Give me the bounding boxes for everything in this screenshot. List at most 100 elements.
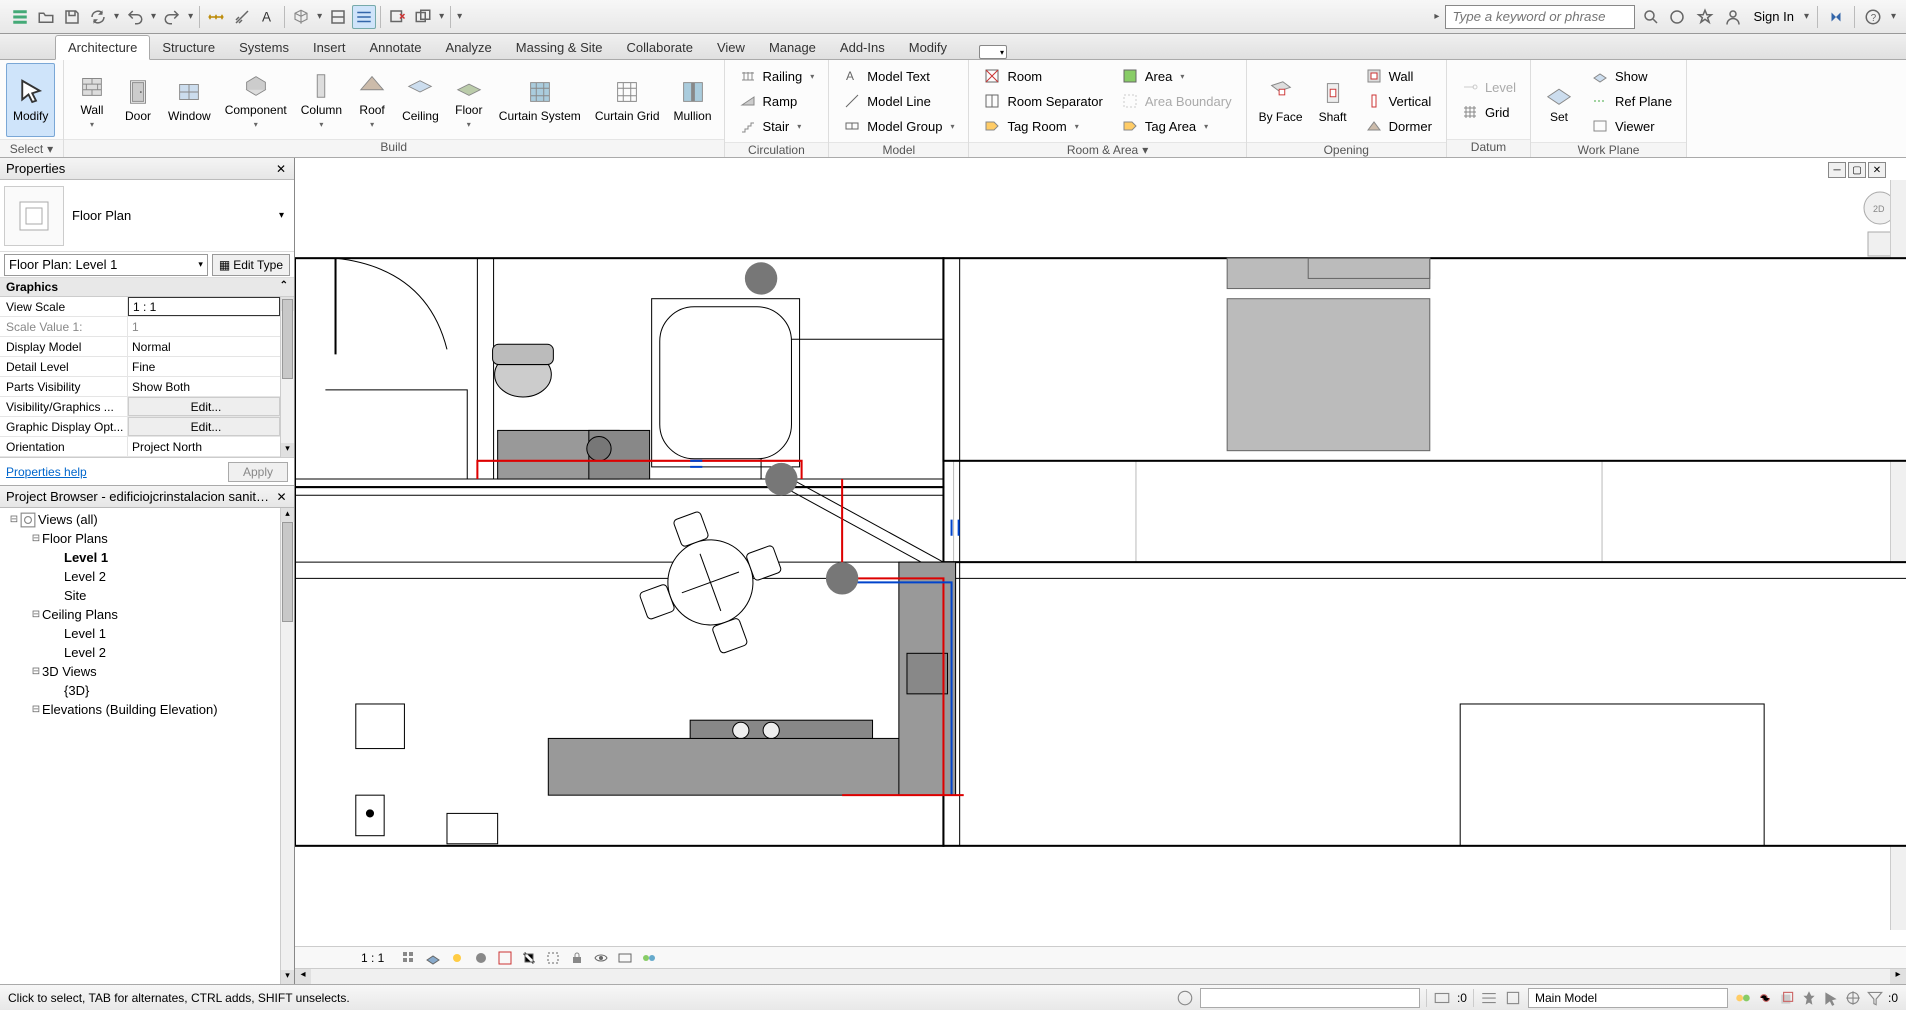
properties-scrollbar[interactable]: ▴▾ — [280, 297, 294, 457]
3d-dropdown[interactable]: ▾ — [315, 11, 324, 22]
window-button[interactable]: Window — [162, 63, 217, 137]
tag-area-button[interactable]: Tag Area▾ — [1115, 114, 1238, 138]
room-area-group-label[interactable]: Room & Area▾ — [969, 142, 1245, 157]
align-icon[interactable] — [230, 5, 254, 29]
railing-button[interactable]: Railing▾ — [733, 64, 821, 88]
prop-row[interactable]: Visibility/Graphics ...Edit... — [0, 397, 280, 417]
ribbon-minimize-toggle[interactable] — [979, 45, 1007, 59]
room-button[interactable]: Room — [977, 64, 1108, 88]
prop-row[interactable]: Detail LevelFine — [0, 357, 280, 377]
model-line-button[interactable]: Model Line — [837, 89, 960, 113]
select-face-icon[interactable] — [1822, 989, 1840, 1007]
viewer-button[interactable]: Viewer — [1585, 114, 1678, 138]
tab-structure[interactable]: Structure — [150, 36, 227, 59]
search-history[interactable]: ▸ — [1432, 11, 1441, 22]
tree-item[interactable]: ⊟Elevations (Building Elevation) — [0, 700, 280, 719]
tab-systems[interactable]: Systems — [227, 36, 301, 59]
modify-button[interactable]: Modify — [6, 63, 55, 137]
curtain-system-button[interactable]: Curtain System — [493, 63, 587, 137]
status-icon-3[interactable] — [1480, 989, 1498, 1007]
browser-close-icon[interactable]: ✕ — [275, 490, 288, 504]
curtain-grid-button[interactable]: Curtain Grid — [589, 63, 666, 137]
rendering-icon[interactable] — [496, 949, 514, 967]
area-button[interactable]: Area▾ — [1115, 64, 1238, 88]
crop-icon[interactable] — [520, 949, 538, 967]
tree-item[interactable]: Site — [0, 586, 280, 605]
open-icon[interactable] — [34, 5, 58, 29]
default-3d-icon[interactable] — [289, 5, 313, 29]
visual-style-icon[interactable] — [424, 949, 442, 967]
area-boundary-button[interactable]: Area Boundary — [1115, 89, 1238, 113]
search-input[interactable] — [1445, 5, 1635, 29]
user-icon[interactable] — [1721, 5, 1745, 29]
tab-annotate[interactable]: Annotate — [357, 36, 433, 59]
reveal-hidden-icon[interactable] — [616, 949, 634, 967]
worksharing-display-icon[interactable] — [640, 949, 658, 967]
drawing-canvas[interactable]: ─ ▢ ✕ 2D — [295, 158, 1906, 946]
opening-vertical-button[interactable]: Vertical — [1359, 89, 1438, 113]
select-underlay-icon[interactable] — [1778, 989, 1796, 1007]
tag-room-button[interactable]: Tag Room▾ — [977, 114, 1108, 138]
opening-dormer-button[interactable]: Dormer — [1359, 114, 1438, 138]
drag-icon[interactable] — [1844, 989, 1862, 1007]
workset-combo-main[interactable]: Main Model — [1528, 988, 1728, 1008]
sync-dropdown[interactable]: ▾ — [112, 11, 121, 22]
tab-view[interactable]: View — [705, 36, 757, 59]
set-workplane-button[interactable]: Set — [1537, 64, 1581, 138]
shaft-button[interactable]: Shaft — [1311, 64, 1355, 138]
measure-icon[interactable] — [204, 5, 228, 29]
subscription-icon[interactable] — [1665, 5, 1689, 29]
tab-analyze[interactable]: Analyze — [434, 36, 504, 59]
redo-dropdown[interactable]: ▾ — [186, 11, 195, 22]
text-icon[interactable]: A — [256, 5, 280, 29]
crop-region-icon[interactable] — [544, 949, 562, 967]
stair-button[interactable]: Stair▾ — [733, 114, 821, 138]
undo-dropdown[interactable]: ▾ — [149, 11, 158, 22]
properties-help-link[interactable]: Properties help — [6, 465, 87, 479]
prop-section-graphics[interactable]: Graphics⌃ — [0, 278, 294, 297]
undo-icon[interactable] — [123, 5, 147, 29]
browser-scrollbar[interactable]: ▴▾ — [280, 508, 294, 984]
view-scale[interactable]: 1 : 1 — [301, 951, 394, 965]
temp-hide-icon[interactable] — [592, 949, 610, 967]
floor-button[interactable]: Floor▾ — [447, 63, 491, 137]
by-face-button[interactable]: By Face — [1253, 64, 1309, 138]
app-menu-icon[interactable] — [8, 5, 32, 29]
tab-manage[interactable]: Manage — [757, 36, 828, 59]
select-group-label[interactable]: Select▾ — [0, 139, 63, 157]
ref-plane-button[interactable]: Ref Plane — [1585, 89, 1678, 113]
opening-wall-button[interactable]: Wall — [1359, 64, 1438, 88]
type-dropdown-icon[interactable]: ▾ — [279, 210, 290, 221]
component-button[interactable]: Component▾ — [219, 63, 293, 137]
prop-row[interactable]: OrientationProject North — [0, 437, 280, 457]
help-icon[interactable]: ? — [1861, 5, 1885, 29]
sun-path-icon[interactable] — [448, 949, 466, 967]
sync-icon[interactable] — [86, 5, 110, 29]
edit-type-button[interactable]: ▦Edit Type — [212, 254, 290, 276]
favorites-icon[interactable] — [1693, 5, 1717, 29]
exchange-icon[interactable] — [1824, 5, 1848, 29]
tab-modify[interactable]: Modify — [897, 36, 959, 59]
prop-row[interactable]: Parts VisibilityShow Both — [0, 377, 280, 397]
shadows-icon[interactable] — [472, 949, 490, 967]
prop-row[interactable]: Display ModelNormal — [0, 337, 280, 357]
tree-item[interactable]: {3D} — [0, 681, 280, 700]
prop-row[interactable]: Graphic Display Opt...Edit... — [0, 417, 280, 437]
tree-item[interactable]: Level 2 — [0, 567, 280, 586]
tree-item[interactable]: ⊟3D Views — [0, 662, 280, 681]
properties-close-icon[interactable]: ✕ — [274, 162, 288, 176]
close-hidden-icon[interactable] — [385, 5, 409, 29]
status-icon-2[interactable] — [1433, 989, 1451, 1007]
tab-insert[interactable]: Insert — [301, 36, 358, 59]
status-icon-1[interactable] — [1176, 989, 1194, 1007]
help-dropdown[interactable]: ▾ — [1889, 11, 1898, 22]
switch-dropdown[interactable]: ▾ — [437, 11, 446, 22]
mullion-button[interactable]: Mullion — [668, 63, 718, 137]
ceiling-button[interactable]: Ceiling — [396, 63, 445, 137]
switch-windows-icon[interactable] — [411, 5, 435, 29]
room-separator-button[interactable]: Room Separator — [977, 89, 1108, 113]
workset-combo-1[interactable] — [1200, 988, 1420, 1008]
prop-row[interactable]: Scale Value 1:1 — [0, 317, 280, 337]
ramp-button[interactable]: Ramp — [733, 89, 821, 113]
lock-icon[interactable] — [568, 949, 586, 967]
